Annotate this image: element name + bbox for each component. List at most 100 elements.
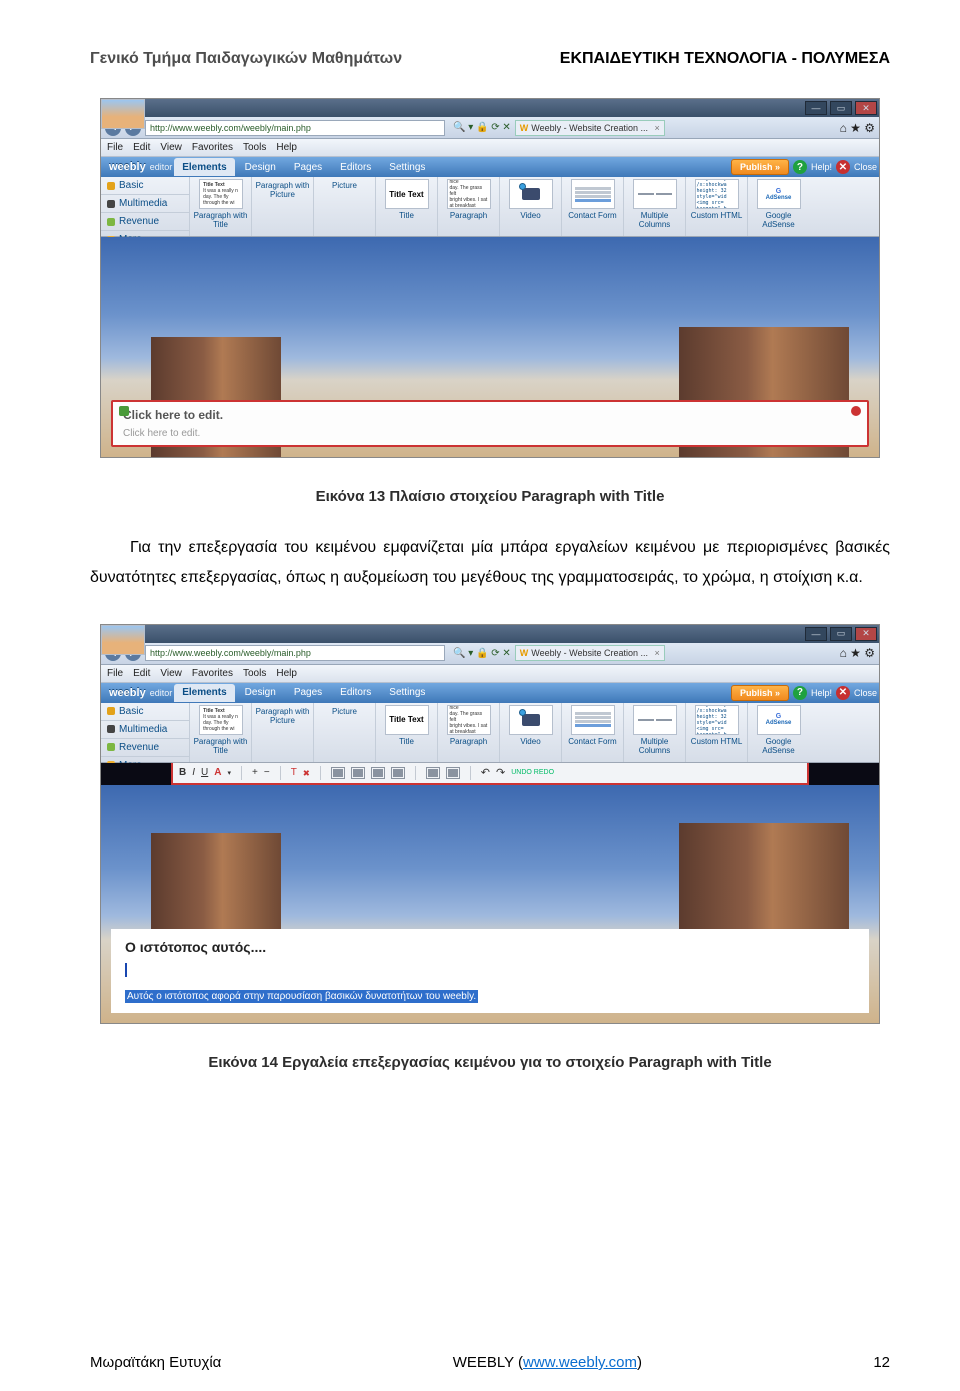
editor-content-block[interactable]: Ο ιστότοπος αυτός.... Αυτός ο ιστότοπος …: [111, 929, 869, 1013]
cat-basic-2[interactable]: Basic: [101, 703, 189, 721]
el-para-title[interactable]: Title TextIt was a really nday. The flyt…: [189, 177, 251, 236]
browser-tab-2[interactable]: W Weebly - Website Creation ... ×: [515, 645, 665, 661]
size-plus-button[interactable]: +: [252, 767, 258, 778]
el-multi-columns[interactable]: Multiple Columns: [623, 177, 685, 236]
redo-button[interactable]: ↷: [496, 766, 505, 779]
text-cursor: [125, 963, 127, 977]
publish-button[interactable]: Publish »: [731, 159, 789, 175]
url-field-2[interactable]: http://www.weebly.com/weebly/main.php: [145, 645, 445, 661]
color-button[interactable]: A: [214, 767, 221, 778]
window-close-icon-2[interactable]: ✕: [855, 627, 877, 641]
handle-icon[interactable]: [119, 406, 129, 416]
el-para-picture-2[interactable]: Paragraph with Picture: [251, 703, 313, 762]
window-close-icon[interactable]: ✕: [855, 101, 877, 115]
edit-sub-text[interactable]: Click here to edit.: [123, 428, 857, 439]
tab-editors[interactable]: Editors: [332, 158, 379, 176]
menu-edit[interactable]: Edit: [133, 142, 150, 153]
window-min-icon[interactable]: —: [805, 101, 827, 115]
edit-title-block[interactable]: Click here to edit. Click here to edit.: [111, 400, 869, 447]
menu-file-2[interactable]: File: [107, 668, 123, 679]
el-para-title-2[interactable]: Title TextIt was a really nday. The flyt…: [189, 703, 251, 762]
cat-multimedia[interactable]: Multimedia: [101, 195, 189, 213]
weebly-logo: weebly: [103, 161, 152, 173]
close-icon-2[interactable]: ✕: [836, 686, 850, 700]
edit-title-text[interactable]: Click here to edit.: [123, 408, 857, 422]
tab-pages[interactable]: Pages: [286, 158, 330, 176]
underline-button[interactable]: U: [201, 767, 208, 778]
el-contact-form-2[interactable]: Contact Form: [561, 703, 623, 762]
undo-button[interactable]: ↶: [481, 766, 490, 779]
tab-editors-2[interactable]: Editors: [332, 684, 379, 702]
align-left-icon[interactable]: [331, 767, 345, 779]
el-picture-2[interactable]: Picture: [313, 703, 375, 762]
menu-fav[interactable]: Favorites: [192, 142, 233, 153]
el-adsense-2[interactable]: GAdSenseGoogle AdSense: [747, 703, 809, 762]
cat-basic[interactable]: Basic: [101, 177, 189, 195]
el-video[interactable]: Video: [499, 177, 561, 236]
help-icon-2[interactable]: ?: [793, 686, 807, 700]
menu-tools-2[interactable]: Tools: [243, 668, 266, 679]
cat-revenue-2[interactable]: Revenue: [101, 739, 189, 757]
content-title[interactable]: Ο ιστότοπος αυτός....: [125, 939, 855, 955]
tab-design[interactable]: Design: [237, 158, 284, 176]
menu-file[interactable]: File: [107, 142, 123, 153]
delete-icon[interactable]: [851, 406, 861, 416]
italic-button[interactable]: I: [192, 767, 195, 778]
text-toolbar: B I U A▾ + − T✖: [171, 763, 809, 785]
window-max-icon[interactable]: ▭: [830, 101, 852, 115]
window-min-icon-2[interactable]: —: [805, 627, 827, 641]
weebly-editor-label: editor: [150, 162, 173, 172]
tab-elements[interactable]: Elements: [174, 158, 234, 176]
url-field[interactable]: http://www.weebly.com/weebly/main.php: [145, 120, 445, 136]
weebly-bar: weebly editor Elements Design Pages Edit…: [101, 157, 879, 177]
el-paragraph-2[interactable]: It was a really niceday. The grass feltb…: [437, 703, 499, 762]
menu-view-2[interactable]: View: [160, 668, 182, 679]
tab-settings[interactable]: Settings: [381, 158, 433, 176]
cat-multimedia-2[interactable]: Multimedia: [101, 721, 189, 739]
list-number-icon[interactable]: [446, 767, 460, 779]
menu-view[interactable]: View: [160, 142, 182, 153]
addr-icons: ⌂ ★ ⚙: [840, 121, 875, 135]
publish-button-2[interactable]: Publish »: [731, 685, 789, 701]
window-max-icon-2[interactable]: ▭: [830, 627, 852, 641]
footer-link[interactable]: www.weebly.com: [523, 1354, 637, 1371]
list-bullet-icon[interactable]: [426, 767, 440, 779]
align-justify-icon[interactable]: [391, 767, 405, 779]
tab-close-icon-2[interactable]: ×: [655, 648, 660, 658]
el-title-2[interactable]: Title TextTitle: [375, 703, 437, 762]
tab-close-icon[interactable]: ×: [655, 123, 660, 133]
cat-revenue[interactable]: Revenue: [101, 213, 189, 231]
selected-text[interactable]: Αυτός ο ιστότοπος αφορά στην παρουσίαση …: [125, 990, 478, 1003]
el-picture[interactable]: Picture: [313, 177, 375, 236]
tab-design-2[interactable]: Design: [237, 684, 284, 702]
tab-settings-2[interactable]: Settings: [381, 684, 433, 702]
header-left: Γενικό Τμήμα Παιδαγωγικών Μαθημάτων: [90, 50, 402, 68]
menu-edit-2[interactable]: Edit: [133, 668, 150, 679]
close-icon[interactable]: ✕: [836, 160, 850, 174]
el-multi-columns-2[interactable]: Multiple Columns: [623, 703, 685, 762]
el-para-picture[interactable]: Paragraph with Picture: [251, 177, 313, 236]
el-contact-form[interactable]: Contact Form: [561, 177, 623, 236]
size-minus-button[interactable]: −: [264, 767, 270, 778]
menu-help-2[interactable]: Help: [276, 668, 297, 679]
menu-tools[interactable]: Tools: [243, 142, 266, 153]
align-right-icon[interactable]: [371, 767, 385, 779]
menu-help[interactable]: Help: [276, 142, 297, 153]
canvas-area-1: Click here to edit. Click here to edit.: [101, 237, 879, 457]
clear-format-button[interactable]: T: [291, 767, 297, 778]
el-custom-html-2[interactable]: <object ty /x:shockwa height: 32 style="…: [685, 703, 747, 762]
el-adsense[interactable]: GAdSenseGoogle AdSense: [747, 177, 809, 236]
el-paragraph[interactable]: It was a really niceday. The grass feltb…: [437, 177, 499, 236]
browser-tab[interactable]: W Weebly - Website Creation ... ×: [515, 120, 665, 136]
help-label: Help!: [811, 162, 832, 172]
tab-pages-2[interactable]: Pages: [286, 684, 330, 702]
help-icon[interactable]: ?: [793, 160, 807, 174]
el-custom-html[interactable]: <object ty /x:shockwa height: 32 style="…: [685, 177, 747, 236]
el-title[interactable]: Title TextTitle: [375, 177, 437, 236]
align-center-icon[interactable]: [351, 767, 365, 779]
bold-button[interactable]: B: [179, 767, 186, 778]
el-video-2[interactable]: Video: [499, 703, 561, 762]
search-section: 🔍 ▾ 🔒 ⟳ ✕: [453, 122, 511, 133]
menu-fav-2[interactable]: Favorites: [192, 668, 233, 679]
tab-elements-2[interactable]: Elements: [174, 684, 234, 702]
